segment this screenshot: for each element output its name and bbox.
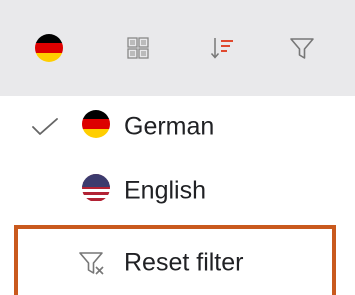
german-flag-icon xyxy=(35,34,63,62)
language-option-label: English xyxy=(124,176,206,205)
sort-descending-icon xyxy=(210,38,233,59)
language-button[interactable] xyxy=(28,0,70,96)
us-flag-icon xyxy=(82,174,110,202)
language-option-label: German xyxy=(124,112,215,141)
grid-view-icon xyxy=(127,37,149,59)
filter-clear-icon xyxy=(79,252,104,275)
language-option-german[interactable]: German xyxy=(0,94,355,160)
reset-filter-label: Reset filter xyxy=(124,248,244,277)
sort-button[interactable] xyxy=(202,0,242,96)
checkmark-icon xyxy=(32,118,58,135)
language-option-english[interactable]: English xyxy=(0,158,355,224)
toolbar xyxy=(0,0,355,96)
layout-button[interactable] xyxy=(118,0,158,96)
filter-button[interactable] xyxy=(282,0,322,96)
german-flag-icon xyxy=(82,110,110,138)
filter-funnel-icon xyxy=(290,38,314,59)
